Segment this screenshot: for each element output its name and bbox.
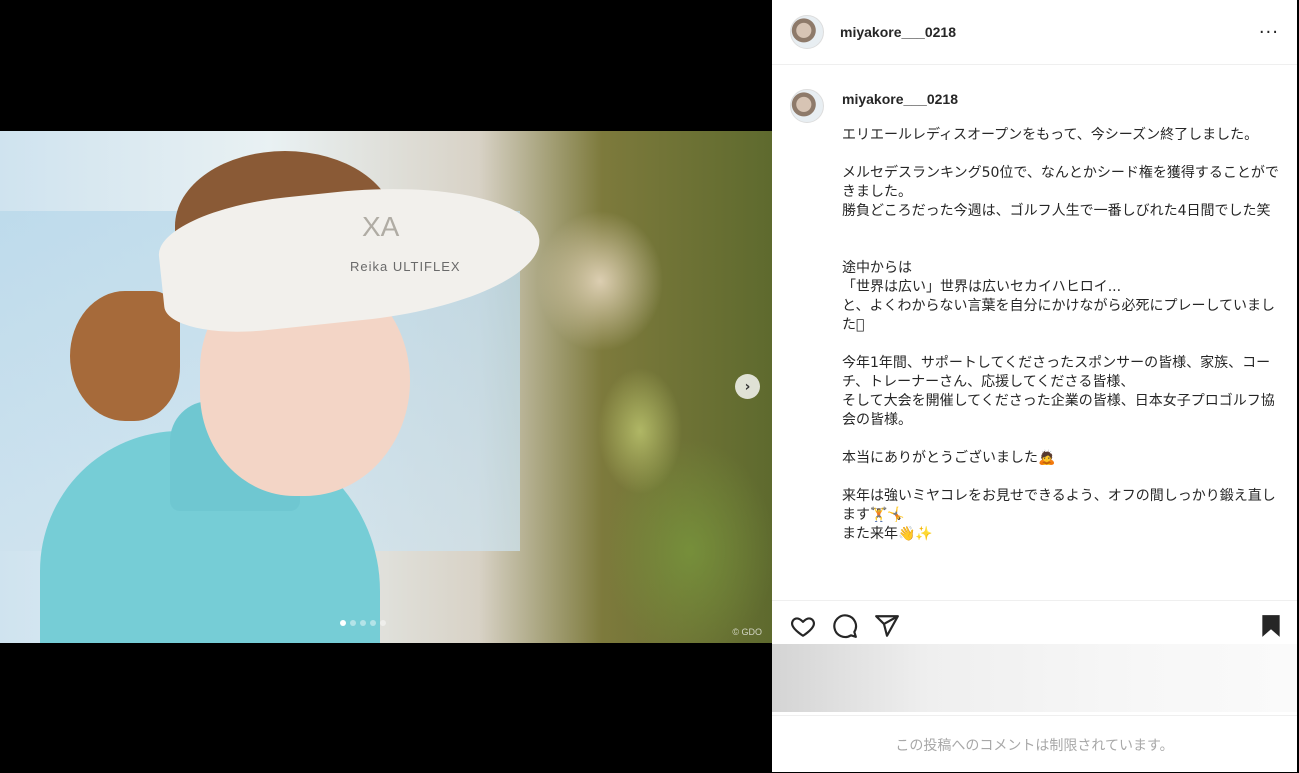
comment-button[interactable] <box>832 613 858 639</box>
photo-ponytail <box>70 291 180 421</box>
comment-icon <box>833 614 858 639</box>
photo-visor-text: Reika ULTIFLEX <box>350 259 461 274</box>
comments-restricted-notice: この投稿へのコメントは制限されています。 <box>772 715 1297 773</box>
likes-blurred-area <box>772 644 1297 712</box>
send-icon <box>875 615 899 637</box>
slide-dot <box>380 620 386 626</box>
share-button[interactable] <box>874 613 900 639</box>
post-photo: XA Reika ULTIFLEX © GDO <box>0 131 772 643</box>
slide-dot <box>370 620 376 626</box>
header-username[interactable]: miyakore___0218 <box>840 24 956 40</box>
next-slide-button[interactable]: › <box>735 374 760 399</box>
post-header: miyakore___0218 ··· <box>772 0 1297 65</box>
photo-brand-logo: XA <box>362 211 400 242</box>
caption-text: エリエールレディスオープンをもって、今シーズン終了しました。 メルセデスランキン… <box>842 127 1279 542</box>
caption-area[interactable]: miyakore___0218 エリエールレディスオープンをもって、今シーズン終… <box>772 65 1297 600</box>
slide-dot <box>350 620 356 626</box>
like-button[interactable] <box>790 613 816 639</box>
heart-icon <box>791 617 815 637</box>
chevron-right-icon: › <box>744 378 751 395</box>
post-side-panel: miyakore___0218 ··· miyakore___0218 エリエー… <box>772 0 1297 772</box>
caption-avatar[interactable] <box>790 89 824 123</box>
more-options-icon[interactable]: ··· <box>1259 22 1279 43</box>
slide-dot <box>360 620 366 626</box>
caption-username[interactable]: miyakore___0218 <box>842 91 958 107</box>
bookmark-icon <box>1262 615 1280 637</box>
post-actions <box>772 600 1297 645</box>
avatar[interactable] <box>790 15 824 49</box>
slide-indicator <box>340 620 386 626</box>
save-button[interactable] <box>1258 613 1284 639</box>
photo-copyright: © GDO <box>732 627 762 637</box>
post-media: XA Reika ULTIFLEX © GDO › <box>0 0 772 772</box>
slide-dot-active <box>340 620 346 626</box>
